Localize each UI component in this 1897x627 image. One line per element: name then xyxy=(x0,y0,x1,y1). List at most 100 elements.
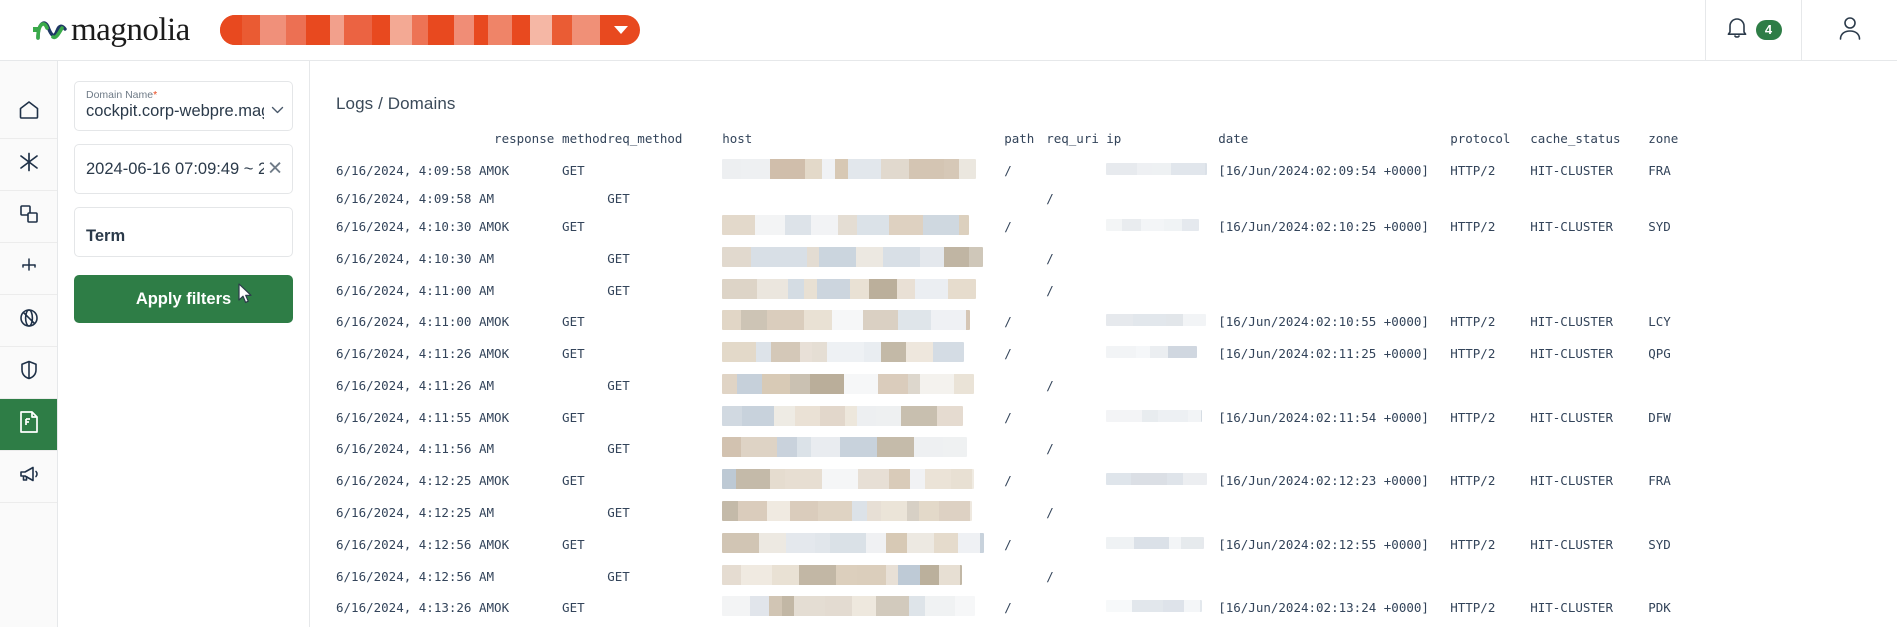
cell-date: [16/Jun/2024:02:10:55 +0000] xyxy=(1218,314,1429,330)
sidebar-item-pages[interactable] xyxy=(0,191,57,243)
cell-ip-redacted xyxy=(1106,592,1218,624)
cell-zone xyxy=(1648,560,1708,592)
notifications-button[interactable]: 4 xyxy=(1705,0,1801,61)
table-row[interactable]: 6/16/2024, 4:11:00 AM OK GET / [16/Jun/2024:… xyxy=(310,306,1708,338)
cell-cache-status: HIT-CLUSTER xyxy=(1530,218,1613,234)
sidebar-item-security[interactable] xyxy=(0,347,57,399)
cell-req-method xyxy=(607,306,722,338)
date-range-input[interactable]: 2024-06-16 07:09:49 ~ 202 ✕ xyxy=(74,144,293,194)
cell-ip xyxy=(1106,187,1218,211)
column-header-method[interactable]: method xyxy=(562,131,607,155)
cell-cache-status: HIT-CLUSTER xyxy=(1530,409,1613,425)
cell-ip xyxy=(1106,369,1218,401)
table-row[interactable]: 6/16/2024, 4:12:25 AM GET / xyxy=(310,497,1708,529)
column-header-req-uri[interactable]: req_uri xyxy=(1046,131,1106,155)
cell-response: OK xyxy=(494,163,510,179)
close-icon[interactable]: ✕ xyxy=(267,160,283,179)
cell-zone: PDK xyxy=(1648,600,1671,616)
sidebar-item-tools[interactable] xyxy=(0,243,57,295)
date-range-value: 2024-06-16 07:09:49 ~ 202 xyxy=(86,159,264,178)
column-header-date[interactable]: date xyxy=(1218,131,1450,155)
cell-date xyxy=(1218,187,1450,211)
table-row[interactable]: 6/16/2024, 4:09:58 AM OK GET / [16/Jun/2024:… xyxy=(310,155,1708,187)
asterisk-icon xyxy=(17,150,41,179)
column-header-host[interactable]: host xyxy=(722,131,1004,155)
table-row[interactable]: 6/16/2024, 4:11:26 AM OK GET / [16/Jun/2024:… xyxy=(310,338,1708,370)
cell-method xyxy=(562,433,607,465)
cell-req-method: GET xyxy=(607,377,630,393)
cell-req-uri xyxy=(1046,338,1106,370)
cell-response: OK xyxy=(494,600,510,616)
sidebar-item-home[interactable] xyxy=(0,87,57,139)
column-header-timestamp[interactable] xyxy=(310,131,494,155)
column-header-cache-status[interactable]: cache_status xyxy=(1530,131,1648,155)
table-row[interactable]: 6/16/2024, 4:12:56 AM GET / xyxy=(310,560,1708,592)
cell-method: GET xyxy=(562,163,585,179)
brand-logo[interactable]: magnolia xyxy=(26,12,190,49)
table-row[interactable]: 6/16/2024, 4:10:30 AM OK GET / [16/Jun/2024:… xyxy=(310,211,1708,243)
cell-date xyxy=(1218,560,1450,592)
table-row[interactable]: 6/16/2024, 4:10:30 AM GET / xyxy=(310,242,1708,274)
cell-host-redacted xyxy=(722,155,1004,187)
layers-icon xyxy=(17,202,41,231)
cell-ip xyxy=(1106,497,1218,529)
cell-host-redacted xyxy=(722,242,1004,274)
cell-path xyxy=(1004,369,1046,401)
cell-zone: SYD xyxy=(1648,536,1671,552)
apply-filters-button[interactable]: Apply filters xyxy=(74,275,293,323)
cell-cache-status: HIT-CLUSTER xyxy=(1530,473,1613,489)
cell-method xyxy=(562,187,607,211)
table-row[interactable]: 6/16/2024, 4:11:55 AM OK GET / [16/Jun/2024:… xyxy=(310,401,1708,433)
column-header-zone[interactable]: zone xyxy=(1648,131,1708,155)
cell-method xyxy=(562,274,607,306)
column-header-protocol[interactable]: protocol xyxy=(1450,131,1530,155)
table-row[interactable]: 6/16/2024, 4:11:26 AM GET / xyxy=(310,369,1708,401)
cell-protocol xyxy=(1450,187,1530,211)
cell-date xyxy=(1218,242,1450,274)
cell-path: / xyxy=(1004,218,1012,234)
cell-zone: FRA xyxy=(1648,473,1671,489)
cell-req-uri: / xyxy=(1046,568,1054,584)
chevron-down-icon xyxy=(271,102,284,114)
cell-timestamp: 6/16/2024, 4:11:00 AM xyxy=(336,314,495,330)
column-header-ip[interactable]: ip xyxy=(1106,131,1218,155)
column-header-path[interactable]: path xyxy=(1004,131,1046,155)
sidebar-item-assets[interactable] xyxy=(0,139,57,191)
cell-method: GET xyxy=(562,346,585,362)
cell-date xyxy=(1218,369,1450,401)
table-row[interactable]: 6/16/2024, 4:12:56 AM OK GET / [16/Jun/2024:… xyxy=(310,528,1708,560)
cell-req-method xyxy=(607,338,722,370)
cell-cache-status xyxy=(1530,560,1648,592)
cell-protocol xyxy=(1450,274,1530,306)
cell-date xyxy=(1218,497,1450,529)
cell-req-method xyxy=(607,465,722,497)
site-selector[interactable] xyxy=(219,15,640,45)
cell-date: [16/Jun/2024:02:12:55 +0000] xyxy=(1218,536,1429,552)
cell-response: OK xyxy=(494,409,510,425)
cell-timestamp: 6/16/2024, 4:09:58 AM xyxy=(336,163,495,179)
cell-req-uri xyxy=(1046,465,1106,497)
sidebar-item-blocked[interactable] xyxy=(0,295,57,347)
cell-host-redacted xyxy=(722,592,1004,624)
cell-zone: FRA xyxy=(1648,163,1671,179)
cell-ip xyxy=(1106,560,1218,592)
sidebar-item-announcements[interactable] xyxy=(0,451,57,503)
brand-name: magnolia xyxy=(71,11,190,48)
user-menu-button[interactable] xyxy=(1801,0,1897,61)
table-row[interactable]: 6/16/2024, 4:11:00 AM GET / xyxy=(310,274,1708,306)
column-header-response[interactable]: response xyxy=(494,131,562,155)
column-header-req-method[interactable]: req_method xyxy=(607,131,722,155)
cell-req-uri: / xyxy=(1046,441,1054,457)
cell-method: GET xyxy=(562,218,585,234)
table-row[interactable]: 6/16/2024, 4:09:58 AM GET / xyxy=(310,187,1708,211)
table-row[interactable]: 6/16/2024, 4:11:56 AM GET / xyxy=(310,433,1708,465)
cell-date xyxy=(1218,274,1450,306)
domain-name-value: cockpit.corp-webpre.magnol xyxy=(86,102,264,120)
domain-name-select[interactable]: Domain Name* cockpit.corp-webpre.magnol xyxy=(74,81,293,131)
table-row[interactable]: 6/16/2024, 4:13:26 AM OK GET / [16/Jun/2024:… xyxy=(310,592,1708,624)
table-row[interactable]: 6/16/2024, 4:12:25 AM OK GET / [16/Jun/2024:… xyxy=(310,465,1708,497)
cell-req-uri xyxy=(1046,592,1106,624)
sidebar-item-logs[interactable] xyxy=(0,399,57,451)
term-input[interactable]: Term xyxy=(74,207,293,257)
